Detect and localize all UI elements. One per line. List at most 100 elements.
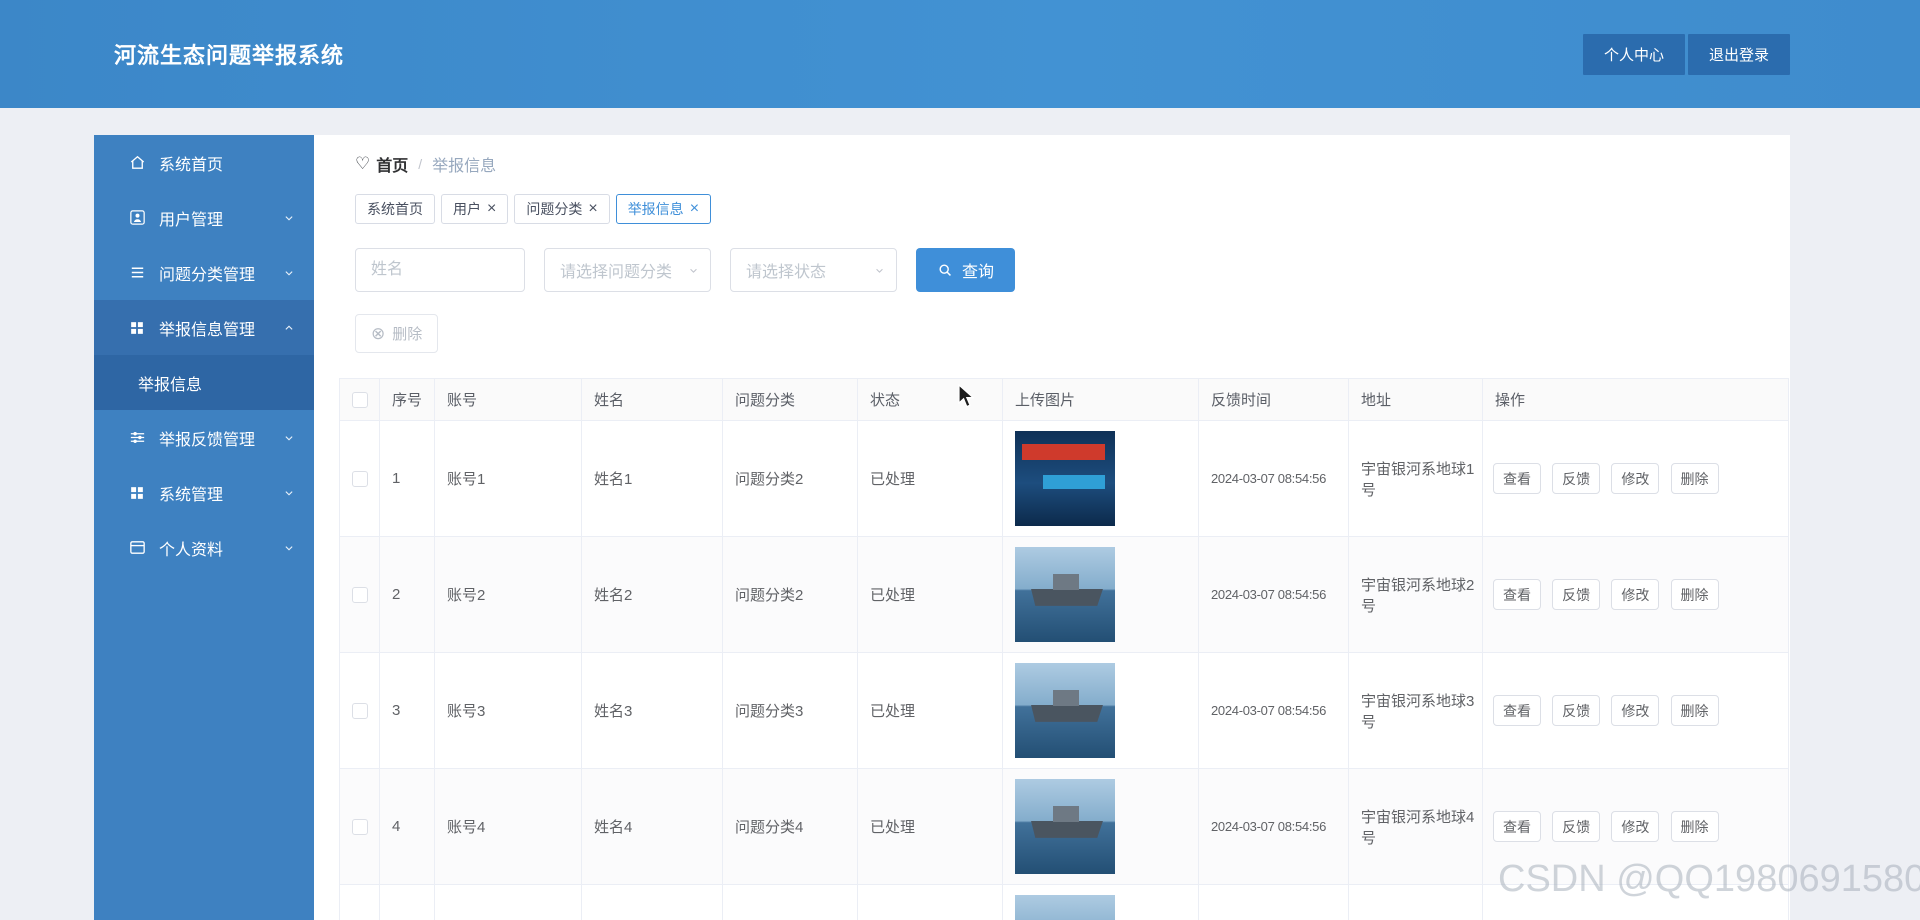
edit-button[interactable]: 修改 (1611, 695, 1660, 726)
table-row: 2 账号2 姓名2 问题分类2 已处理 2024-03-07 08:54:56 … (339, 536, 1789, 653)
sidebar-item-categories[interactable]: 问题分类管理 (94, 245, 314, 300)
content-panel: ♡ 首页 / 举报信息 系统首页 用户 × 问题分类 × 举报信息 × 姓名 请… (314, 135, 1790, 920)
sidebar-item-label: 举报信息管理 (159, 321, 256, 339)
cell-category: 问题分类5 (722, 884, 858, 920)
delete-button-label: 删除 (392, 326, 423, 343)
close-icon[interactable]: × (588, 201, 597, 217)
sidebar-item-label: 问题分类管理 (159, 266, 256, 284)
profile-center-button[interactable]: 个人中心 (1582, 33, 1685, 75)
chevron-down-icon (282, 266, 296, 280)
cell-address: 宇宙银河系地球5号 (1348, 884, 1483, 920)
cell-status: 已处理 (857, 420, 1003, 537)
cell-account: 账号4 (434, 768, 582, 885)
delete-row-button[interactable]: 删除 (1670, 463, 1719, 494)
column-header: 地址 (1348, 378, 1483, 421)
cell-address: 宇宙银河系地球3号 (1348, 652, 1483, 769)
tab-label: 用户 (453, 201, 481, 217)
delete-row-button[interactable]: 删除 (1670, 695, 1719, 726)
table-row: 4 账号4 姓名4 问题分类4 已处理 2024-03-07 08:54:56 … (339, 768, 1789, 885)
breadcrumb-home[interactable]: 首页 (376, 152, 408, 176)
table-header-row: 序号 账号 姓名 问题分类 状态 上传图片 反馈时间 地址 操作 (339, 378, 1789, 421)
cell-name: 姓名1 (581, 420, 723, 537)
delete-row-button[interactable]: 删除 (1670, 811, 1719, 842)
chevron-down-icon (687, 264, 700, 277)
logout-button[interactable]: 退出登录 (1687, 33, 1790, 75)
sidebar-item-users[interactable]: 用户管理 (94, 190, 314, 245)
feedback-button[interactable]: 反馈 (1552, 811, 1601, 842)
category-select[interactable]: 请选择问题分类 (544, 248, 711, 292)
cell-name: 姓名5 (581, 884, 723, 920)
cell-status: 已处理 (857, 768, 1003, 885)
name-input[interactable] (355, 248, 525, 292)
column-header: 姓名 (581, 378, 723, 421)
column-header: 状态 (857, 378, 1003, 421)
view-button[interactable]: 查看 (1493, 463, 1541, 494)
report-photo[interactable] (1015, 547, 1115, 642)
feedback-button[interactable]: 反馈 (1552, 579, 1601, 610)
sidebar-subitem-report-info[interactable]: 举报信息 (94, 355, 314, 410)
breadcrumb-current: 举报信息 (432, 158, 497, 175)
row-checkbox[interactable] (351, 703, 368, 720)
sidebar-item-label: 系统管理 (159, 486, 224, 504)
list-icon (128, 263, 148, 283)
cell-category: 问题分类3 (722, 652, 858, 769)
heart-icon: ♡ (355, 154, 371, 173)
sliders-icon (128, 428, 148, 448)
sidebar-item-feedback-management[interactable]: 举报反馈管理 (94, 410, 314, 465)
row-checkbox[interactable] (351, 471, 368, 488)
sidebar-subitem-label: 举报信息 (138, 376, 203, 394)
delete-row-button[interactable]: 删除 (1670, 579, 1719, 610)
tab-bar: 系统首页 用户 × 问题分类 × 举报信息 × (355, 194, 1790, 224)
toolbar: ⊗ 删除 (355, 314, 1790, 353)
feedback-button[interactable]: 反馈 (1552, 463, 1601, 494)
row-checkbox[interactable] (351, 819, 368, 836)
tab-home[interactable]: 系统首页 (355, 194, 435, 224)
column-header: 账号 (434, 378, 582, 421)
cell-status: 已处理 (857, 884, 1003, 920)
sidebar-item-label: 个人资料 (159, 541, 224, 559)
row-checkbox[interactable] (351, 587, 368, 604)
sidebar-item-label: 举报反馈管理 (159, 431, 256, 449)
edit-button[interactable]: 修改 (1611, 811, 1660, 842)
feedback-button[interactable]: 反馈 (1552, 695, 1601, 726)
cell-account: 账号2 (434, 536, 582, 653)
cell-time: 2024-03-07 08:54:56 (1198, 884, 1349, 920)
main-layout: 系统首页 用户管理 问题分类管理 举报信息管理 举报信息 举报反馈管理 系统管理… (94, 135, 1790, 920)
tab-label: 问题分类 (526, 201, 583, 217)
view-button[interactable]: 查看 (1493, 579, 1541, 610)
cell-account: 账号1 (434, 420, 582, 537)
sidebar-item-report-management[interactable]: 举报信息管理 (94, 300, 314, 355)
query-button[interactable]: 查询 (916, 248, 1016, 292)
close-icon[interactable]: × (487, 201, 496, 217)
edit-button[interactable]: 修改 (1611, 579, 1660, 610)
cell-index: 2 (379, 536, 435, 653)
header-actions: 个人中心 退出登录 (1582, 33, 1790, 75)
sidebar-item-profile[interactable]: 个人资料 (94, 520, 314, 575)
report-photo[interactable] (1015, 663, 1115, 758)
report-photo[interactable] (1015, 895, 1115, 920)
report-photo[interactable] (1015, 779, 1115, 874)
card-icon (128, 538, 148, 558)
sidebar-item-label: 系统首页 (159, 156, 224, 174)
status-select[interactable]: 请选择状态 (730, 248, 897, 292)
tab-categories[interactable]: 问题分类 × (514, 194, 610, 224)
close-icon[interactable]: × (690, 201, 699, 217)
app-title: 河流生态问题举报系统 (114, 43, 345, 68)
circle-cross-icon: ⊗ (371, 324, 386, 343)
chevron-down-icon (282, 211, 296, 225)
cell-name: 姓名3 (581, 652, 723, 769)
view-button[interactable]: 查看 (1493, 695, 1541, 726)
tab-users[interactable]: 用户 × (441, 194, 509, 224)
view-button[interactable]: 查看 (1493, 811, 1541, 842)
page: 河流生态问题举报系统 个人中心 退出登录 系统首页 用户管理 问题分类管理 举报… (0, 0, 1920, 920)
cell-category: 问题分类4 (722, 768, 858, 885)
user-icon (128, 208, 148, 228)
sidebar-item-home[interactable]: 系统首页 (94, 135, 314, 190)
bulk-delete-button[interactable]: ⊗ 删除 (355, 314, 439, 353)
report-table: 序号 账号 姓名 问题分类 状态 上传图片 反馈时间 地址 操作 1 账号1 姓… (339, 378, 1789, 920)
sidebar-item-system-management[interactable]: 系统管理 (94, 465, 314, 520)
tab-report-info[interactable]: 举报信息 × (615, 194, 712, 224)
select-all-checkbox[interactable] (351, 392, 368, 409)
edit-button[interactable]: 修改 (1611, 463, 1660, 494)
report-photo[interactable] (1015, 431, 1115, 526)
